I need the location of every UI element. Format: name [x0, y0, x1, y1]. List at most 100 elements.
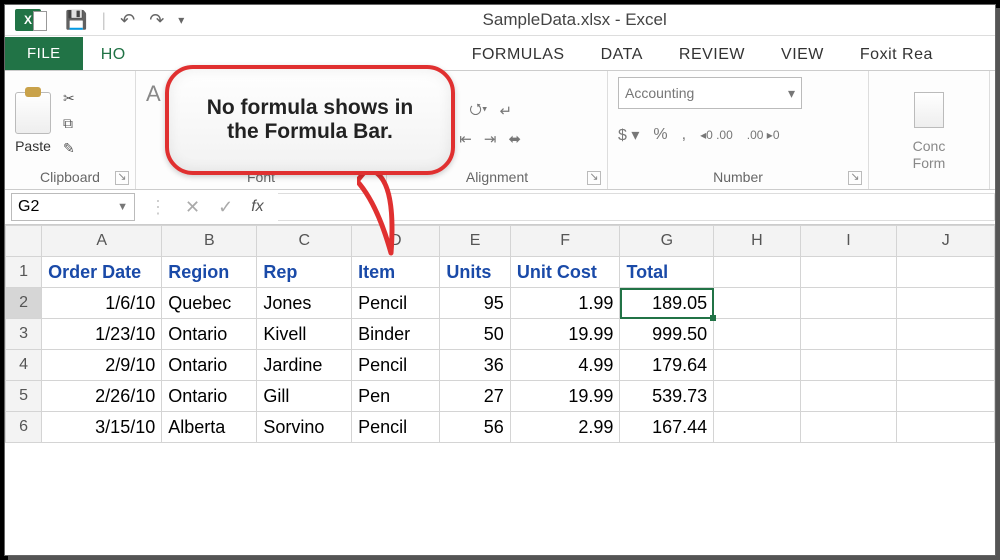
- cell[interactable]: [800, 288, 897, 319]
- cell[interactable]: Ontario: [162, 350, 257, 381]
- undo-icon[interactable]: ↶: [120, 10, 135, 31]
- header-rep[interactable]: Rep: [257, 257, 352, 288]
- cell[interactable]: [714, 288, 800, 319]
- merge-center-icon[interactable]: ⬌: [508, 130, 521, 148]
- cell[interactable]: [800, 319, 897, 350]
- alignment-dialog-launcher[interactable]: ↘: [587, 171, 601, 185]
- cell[interactable]: [800, 412, 897, 443]
- tab-formulas[interactable]: FORMULAS: [454, 40, 583, 70]
- tab-view[interactable]: VIEW: [763, 40, 842, 70]
- cell[interactable]: [714, 257, 800, 288]
- conditional-formatting-icon[interactable]: [914, 92, 944, 128]
- cell[interactable]: [714, 381, 800, 412]
- cell[interactable]: [897, 257, 995, 288]
- header-region[interactable]: Region: [162, 257, 257, 288]
- cell[interactable]: 19.99: [510, 381, 620, 412]
- cell[interactable]: 2/9/10: [42, 350, 162, 381]
- cell[interactable]: [800, 257, 897, 288]
- cell[interactable]: Jardine: [257, 350, 352, 381]
- copy-icon[interactable]: ⧉: [63, 115, 75, 132]
- row-header-4[interactable]: 4: [6, 350, 42, 381]
- tab-home[interactable]: HO: [83, 40, 144, 70]
- accounting-format-icon[interactable]: $ ▾: [618, 125, 639, 145]
- cell[interactable]: 2/26/10: [42, 381, 162, 412]
- cell[interactable]: 179.64: [620, 350, 714, 381]
- row-header-2[interactable]: 2: [6, 288, 42, 319]
- cell[interactable]: 50: [440, 319, 510, 350]
- cut-icon[interactable]: ✂: [63, 90, 75, 107]
- tab-review[interactable]: REVIEW: [661, 40, 763, 70]
- cancel-edit-icon[interactable]: ✕: [185, 197, 200, 218]
- col-header-A[interactable]: A: [42, 226, 162, 257]
- cell[interactable]: [714, 319, 800, 350]
- increase-decimal-icon[interactable]: ◂0 .00: [700, 128, 733, 142]
- col-header-C[interactable]: C: [257, 226, 352, 257]
- header-units[interactable]: Units: [440, 257, 510, 288]
- cell[interactable]: 95: [440, 288, 510, 319]
- select-all-corner[interactable]: [6, 226, 42, 257]
- cell[interactable]: 167.44: [620, 412, 714, 443]
- cell[interactable]: [897, 319, 995, 350]
- decrease-decimal-icon[interactable]: .00 ▸0: [747, 128, 780, 142]
- increase-indent-icon[interactable]: ⇥: [484, 130, 497, 148]
- percent-format-icon[interactable]: %: [653, 126, 667, 144]
- name-box-dropdown-icon[interactable]: ▼: [117, 201, 128, 213]
- cell[interactable]: 539.73: [620, 381, 714, 412]
- cell[interactable]: 3/15/10: [42, 412, 162, 443]
- redo-icon[interactable]: ↷: [149, 10, 164, 31]
- cell[interactable]: Pencil: [352, 412, 440, 443]
- cell[interactable]: Gill: [257, 381, 352, 412]
- format-painter-icon[interactable]: ✎: [63, 140, 75, 157]
- row-header-1[interactable]: 1: [6, 257, 42, 288]
- tab-foxit[interactable]: Foxit Rea: [842, 40, 951, 70]
- selected-cell[interactable]: 189.05: [620, 288, 714, 319]
- cell[interactable]: Pencil: [352, 350, 440, 381]
- cell[interactable]: Pen: [352, 381, 440, 412]
- col-header-I[interactable]: I: [800, 226, 897, 257]
- cell[interactable]: [800, 381, 897, 412]
- wrap-text-icon[interactable]: ↵: [499, 102, 512, 120]
- number-dialog-launcher[interactable]: ↘: [848, 171, 862, 185]
- cell[interactable]: 36: [440, 350, 510, 381]
- paste-button[interactable]: Paste: [15, 92, 51, 154]
- cell[interactable]: Alberta: [162, 412, 257, 443]
- cell[interactable]: Quebec: [162, 288, 257, 319]
- cell[interactable]: 2.99: [510, 412, 620, 443]
- clipboard-dialog-launcher[interactable]: ↘: [115, 171, 129, 185]
- cell[interactable]: [800, 350, 897, 381]
- cell[interactable]: Pencil: [352, 288, 440, 319]
- insert-function-icon[interactable]: fx: [251, 198, 263, 216]
- cell[interactable]: 4.99: [510, 350, 620, 381]
- cell[interactable]: 56: [440, 412, 510, 443]
- cell[interactable]: [897, 381, 995, 412]
- cell[interactable]: [897, 350, 995, 381]
- cell[interactable]: [897, 412, 995, 443]
- col-header-H[interactable]: H: [714, 226, 800, 257]
- cell[interactable]: 1/6/10: [42, 288, 162, 319]
- col-header-B[interactable]: B: [162, 226, 257, 257]
- comma-format-icon[interactable]: ,: [682, 126, 686, 144]
- cell[interactable]: Ontario: [162, 319, 257, 350]
- number-format-select[interactable]: Accounting ▾: [618, 77, 802, 109]
- decrease-indent-icon[interactable]: ⇤: [459, 130, 472, 148]
- spreadsheet-grid[interactable]: A B C D E F G H I J 1 Order Date Region …: [5, 225, 995, 443]
- orientation-icon[interactable]: ⭯▾: [469, 99, 487, 124]
- cell[interactable]: Ontario: [162, 381, 257, 412]
- cell[interactable]: Binder: [352, 319, 440, 350]
- cell[interactable]: 27: [440, 381, 510, 412]
- cell[interactable]: [714, 350, 800, 381]
- cell[interactable]: 1/23/10: [42, 319, 162, 350]
- row-header-5[interactable]: 5: [6, 381, 42, 412]
- col-header-E[interactable]: E: [440, 226, 510, 257]
- col-header-F[interactable]: F: [510, 226, 620, 257]
- cell[interactable]: Sorvino: [257, 412, 352, 443]
- cell[interactable]: [714, 412, 800, 443]
- cell[interactable]: 1.99: [510, 288, 620, 319]
- header-order-date[interactable]: Order Date: [42, 257, 162, 288]
- cell[interactable]: 999.50: [620, 319, 714, 350]
- cell[interactable]: [897, 288, 995, 319]
- confirm-edit-icon[interactable]: ✓: [218, 197, 233, 218]
- save-icon[interactable]: 💾: [65, 10, 87, 31]
- header-unit-cost[interactable]: Unit Cost: [510, 257, 620, 288]
- name-box[interactable]: G2 ▼: [11, 193, 135, 221]
